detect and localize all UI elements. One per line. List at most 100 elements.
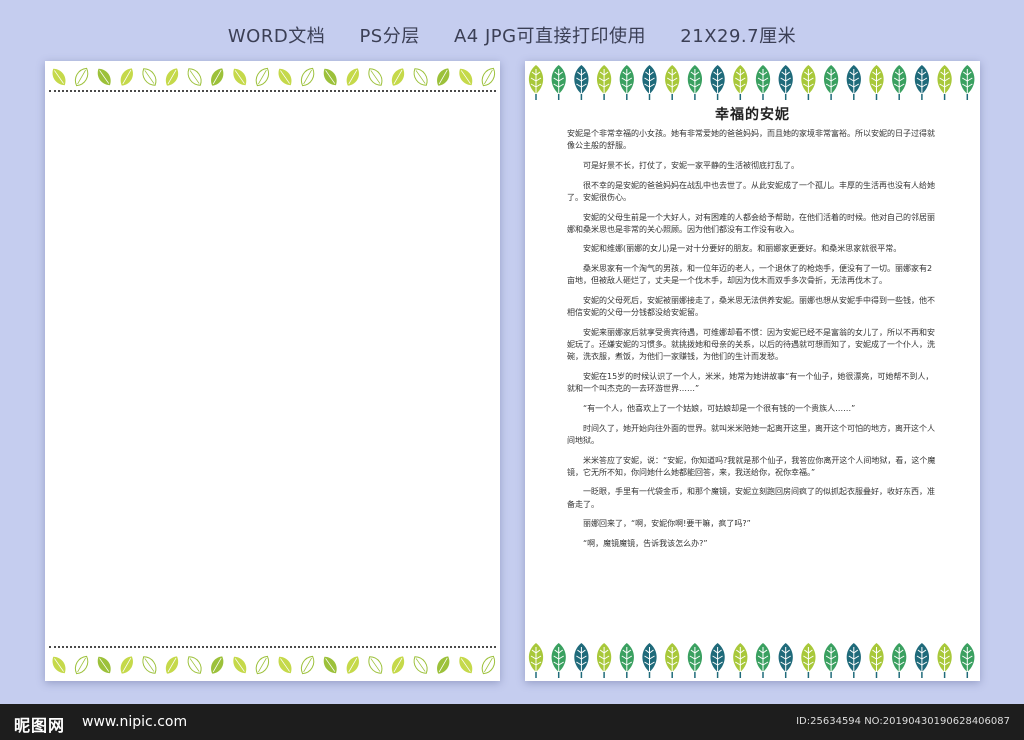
- leaf-icon: [187, 656, 202, 674]
- tree-icon: [733, 643, 748, 678]
- top-leaf-border: [45, 61, 500, 93]
- tree-icon: [755, 65, 771, 100]
- tree-icon: [642, 643, 657, 678]
- tree-icon: [596, 643, 612, 678]
- paragraph: 米米答应了安妮，说：“安妮，你知道吗?我就是那个仙子，我答应你离开这个人间地狱，…: [567, 455, 936, 477]
- leaf-icon: [255, 67, 270, 87]
- tree-icon: [619, 65, 634, 100]
- tree-icon: [710, 65, 725, 100]
- tree-icon: [528, 65, 544, 100]
- leaf-icon: [413, 656, 428, 674]
- leaf-icon: [413, 68, 428, 86]
- leaf-icon: [346, 656, 359, 674]
- paragraph: 安妮是个非常幸福的小女孩。她有非常爱她的爸爸妈妈，而且她的家境非常富裕。所以安妮…: [567, 129, 935, 151]
- image-id-text: ID:25634594 NO:20190430190628406087: [796, 716, 1010, 727]
- site-url: www.nipic.com: [82, 714, 188, 730]
- tree-icon: [778, 643, 793, 678]
- tree-icon: [710, 643, 725, 678]
- paragraph: 安妮和维娜(丽娜的女儿)是一对十分要好的朋友。和丽娜家更要好。和桑米思家就很平常…: [583, 244, 902, 254]
- tree-icon: [687, 643, 703, 678]
- header-item-size: 21X29.7厘米: [680, 26, 797, 47]
- paragraph: 丽娜回来了，“啊，安妮你啊!要干嘛，疯了吗?”: [583, 519, 751, 529]
- leaf-icon: [120, 656, 133, 674]
- leaf-icon: [459, 656, 473, 674]
- leaf-icon: [211, 656, 224, 674]
- leaf-icon: [346, 68, 359, 86]
- leaf-icon: [120, 68, 133, 86]
- tree-icon: [687, 65, 703, 100]
- leaf-icon: [165, 68, 179, 86]
- leaf-icon: [323, 68, 337, 86]
- tree-icon: [892, 65, 907, 100]
- site-logo: 昵图网: [14, 716, 66, 735]
- paragraph: 安妮的父母生前是一个大好人，对有困难的人都会给予帮助，在他们活着的时候。他对自己…: [567, 212, 935, 234]
- watermark-footer: 昵图网 www.nipic.com ID:25634594 NO:2019043…: [0, 704, 1024, 740]
- story-document-page: 幸福的安妮 安妮是个非常幸福的小女孩。她有非常爱她的爸爸妈妈，而且她的家境非常富…: [525, 61, 980, 681]
- tree-icon: [914, 643, 930, 678]
- leaf-border-svg: [52, 67, 496, 87]
- leaf-icon: [52, 68, 66, 86]
- leaf-icon: [278, 656, 292, 674]
- tree-icon: [869, 643, 884, 678]
- leaf-icon: [391, 656, 405, 674]
- blank-template-page: [45, 61, 500, 681]
- leaf-icon: [211, 68, 224, 86]
- leaf-icon: [97, 656, 111, 674]
- paragraph: 很不幸的是安妮的爸爸妈妈在战乱中也去世了。从此安妮成了一个孤儿。丰厚的生活再也没…: [567, 180, 935, 202]
- paragraph: 安妮的父母死后，安妮被丽娜接走了，桑米思无法供养安妮。丽娜也想从安妮手中得到一些…: [567, 296, 935, 318]
- leaf-icon: [233, 68, 247, 86]
- paragraph: 安妮在15岁的时候认识了一个人，米米，她常为她讲故事“有一个仙子，她很漂亮，可她…: [567, 372, 934, 394]
- leaf-icon: [97, 68, 111, 86]
- leaf-icon: [142, 656, 157, 674]
- paragraph: “有一个人，他喜欢上了一个姑娘，可姑娘却是一个很有钱的一个贵族人……”: [583, 403, 856, 413]
- leaf-border-svg: [52, 655, 496, 675]
- tree-icon: [619, 643, 634, 678]
- leaf-icon: [459, 68, 473, 86]
- leaf-icon: [187, 68, 202, 86]
- tree-icon: [823, 643, 839, 678]
- leaf-icon: [74, 655, 89, 675]
- leaf-icon: [323, 656, 337, 674]
- paragraph: 可是好景不长，打仗了，安妮一家平静的生活被彻底打乱了。: [583, 160, 799, 170]
- paragraph: 时间久了，她开始向往外面的世界。就叫米米陪她一起离开这里，离开这个可怕的地方，离…: [567, 423, 935, 445]
- leaf-icon: [142, 68, 157, 86]
- leaf-icon: [300, 655, 315, 675]
- tree-icon: [960, 643, 975, 678]
- leaf-icon: [437, 68, 450, 86]
- tree-icon: [596, 65, 612, 100]
- tree-icon: [823, 65, 839, 100]
- tree-icon: [937, 65, 952, 100]
- top-dotted-divider: [49, 90, 496, 92]
- paragraph: 桑米思家有一个淘气的男孩，和一位年迈的老人，一个退休了的枪炮手，便没有了一切。丽…: [567, 264, 933, 286]
- document-body: 安妮是个非常幸福的小女孩。她有非常爱她的爸爸妈妈，而且她的家境非常富裕。所以安妮…: [567, 128, 939, 558]
- leaf-icon: [74, 67, 89, 87]
- tree-icon: [574, 643, 589, 678]
- tree-icon: [869, 65, 884, 100]
- leaf-icon: [255, 655, 270, 675]
- leaf-icon: [368, 656, 383, 674]
- bottom-tree-border: [525, 639, 980, 679]
- tree-icon: [846, 643, 861, 678]
- tree-icon: [733, 65, 748, 100]
- leaf-icon: [300, 67, 315, 87]
- leaf-icon: [368, 68, 383, 86]
- tree-icon: [960, 65, 975, 100]
- header-item-ps: PS分层: [359, 26, 420, 47]
- tree-icon: [846, 65, 861, 100]
- tree-icon: [892, 643, 907, 678]
- paragraph: 一眨眼，手里有一代袋金币，和那个魔镜，安妮立刻跑回房间疯了的似抓起衣服叠好，收好…: [567, 487, 935, 509]
- tree-icon: [801, 65, 816, 100]
- tree-icon: [665, 643, 680, 678]
- tree-icon: [551, 643, 566, 678]
- tree-icon: [665, 65, 680, 100]
- tree-icon: [914, 65, 930, 100]
- leaf-icon: [481, 67, 496, 87]
- leaf-icon: [437, 656, 450, 674]
- tree-icon: [551, 65, 566, 100]
- top-tree-border: [525, 61, 980, 101]
- tree-icon: [642, 65, 657, 100]
- leaf-icon: [165, 656, 179, 674]
- tree-icon: [801, 643, 816, 678]
- header-item-word: WORD文档: [227, 26, 326, 47]
- tree-icon: [778, 65, 793, 100]
